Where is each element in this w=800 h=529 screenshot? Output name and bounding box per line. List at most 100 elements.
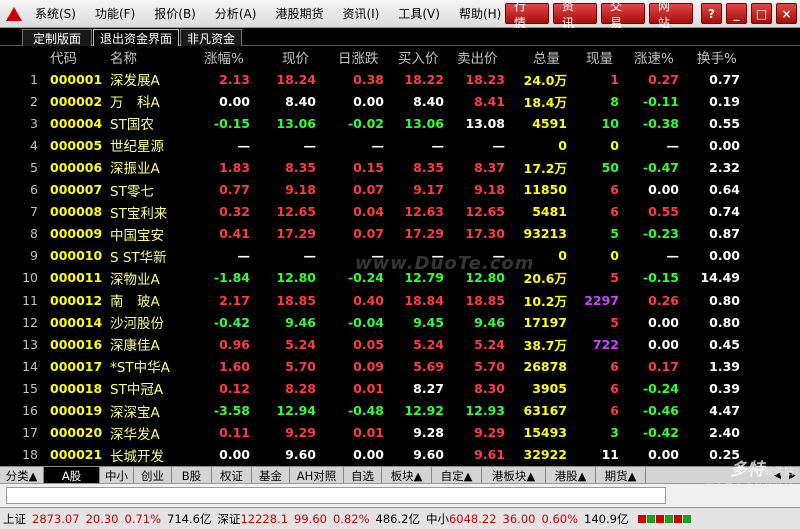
row-index-cell: 11: [22, 292, 38, 308]
code-cell: 000008: [50, 204, 103, 220]
table-row[interactable]: 14 000017 *ST中华A 1.60 5.70 0.09 5.69 5.70 26878 6…: [0, 355, 800, 377]
cat-tab-warrant[interactable]: 权证: [212, 467, 252, 484]
cat-tab-custom[interactable]: 自定▲: [432, 467, 482, 484]
tab-extraordinary-fund[interactable]: 非凡资金: [180, 29, 242, 46]
col-code-header[interactable]: 代码: [50, 46, 77, 68]
cat-tab-classify[interactable]: 分类▲: [0, 467, 44, 484]
name-cell: 深康佳A: [110, 338, 160, 355]
table-row[interactable]: 17 000020 深华发A 0.11 9.29 0.01 9.28 9.29 15493 3 -0…: [0, 422, 800, 444]
col-chg-pct-header[interactable]: 涨幅%: [204, 46, 244, 68]
cat-tab-watchlist[interactable]: 自选: [344, 467, 382, 484]
col-turnover-header[interactable]: 换手%: [697, 46, 737, 68]
table-row[interactable]: 7 000008 ST宝利来 0.32 12.65 0.04 12.63 12.65 5481 6…: [0, 201, 800, 223]
sh-index-label[interactable]: 上证: [3, 511, 26, 527]
table-row[interactable]: 3 000004 ST国农 -0.15 13.06 -0.02 13.06 13.08 4591…: [0, 112, 800, 134]
code-cell: 000014: [50, 314, 103, 330]
menu-hk-futures[interactable]: 港股期货: [269, 5, 329, 22]
cat-tab-a-share[interactable]: A股: [44, 467, 100, 484]
sme-index-value: 6048.22: [448, 511, 497, 526]
news-button[interactable]: 资 讯: [553, 0, 597, 30]
name-cell: ST国农: [110, 117, 154, 134]
turnover-cell: 2.40: [709, 425, 740, 441]
menu-quote[interactable]: 报价(B): [148, 5, 202, 22]
menu-function[interactable]: 功能(F): [89, 5, 141, 22]
row-index-cell: 5: [30, 159, 38, 175]
app-logo-icon: [3, 3, 25, 25]
name-cell: ST宝利来: [110, 205, 168, 222]
col-chg-header[interactable]: 日涨跌: [338, 46, 379, 68]
command-bar: [0, 483, 800, 507]
maximize-icon[interactable]: □: [751, 3, 772, 24]
col-speed-header[interactable]: 涨速%: [634, 46, 674, 68]
table-row[interactable]: 13 000016 深康佳A 0.96 5.24 0.05 5.24 5.24 38.7万 722…: [0, 333, 800, 355]
menu-info[interactable]: 资讯(I): [336, 5, 385, 22]
sz-index-label[interactable]: 深证: [217, 511, 240, 527]
sme-index-label[interactable]: 中小: [426, 511, 449, 527]
table-row[interactable]: 8 000009 中国宝安 0.41 17.29 0.07 17.29 17.30 93213 5…: [0, 223, 800, 245]
table-row[interactable]: 12 000014 沙河股份 -0.42 9.46 -0.04 9.45 9.46 17197 5…: [0, 311, 800, 333]
row-index-cell: 2: [30, 93, 38, 109]
code-cell: 000007: [50, 182, 103, 198]
tab-exit-fund[interactable]: 退出资金界面: [93, 29, 179, 46]
row-index-cell: 18: [22, 447, 38, 463]
name-cell: ST中冠A: [110, 382, 164, 399]
help-icon[interactable]: ?: [701, 3, 722, 24]
name-cell: 沙河股份: [110, 316, 164, 333]
table-row[interactable]: 5 000006 深振业A 1.83 8.35 0.15 8.35 8.37 17.2万 50 -0…: [0, 156, 800, 178]
cat-tab-gem[interactable]: 创业: [134, 467, 172, 484]
table-row[interactable]: 2 000002 万 科A 0.00 8.40 0.00 8.40 8.41 18.4万 8 -0.…: [0, 90, 800, 112]
turnover-cell: 0.80: [709, 314, 740, 330]
menu-analysis[interactable]: 分析(A): [209, 5, 263, 22]
cat-tab-b-share[interactable]: B股: [172, 467, 212, 484]
code-cell: 000009: [50, 226, 103, 242]
row-index-cell: 14: [22, 358, 38, 374]
market-button[interactable]: 行 情: [505, 0, 549, 30]
sme-index-amount: 140.9亿: [584, 511, 629, 526]
cat-tab-hk-sector[interactable]: 港板块▲: [482, 467, 546, 484]
code-cell: 000002: [50, 93, 103, 109]
col-name-header[interactable]: 名称: [110, 46, 137, 68]
col-bid-header[interactable]: 买入价: [398, 46, 439, 68]
cat-tab-futures[interactable]: 期货▲: [596, 467, 646, 484]
code-cell: 000021: [50, 447, 103, 463]
menu-help[interactable]: 帮助(H): [453, 5, 507, 22]
code-cell: 000019: [50, 403, 103, 419]
col-volume-header[interactable]: 总量: [533, 46, 560, 68]
watermark: www.DuoTe.com: [355, 253, 535, 274]
turnover-cell: 0.00: [709, 248, 740, 264]
cat-tab-ah[interactable]: AH对照: [290, 467, 344, 484]
col-ask-header[interactable]: 卖出价: [457, 46, 498, 68]
sz-index-pct: 0.82%: [332, 511, 370, 526]
row-index-cell: 6: [30, 182, 38, 198]
table-row[interactable]: 4 000005 世纪星源 — — — — —0 0—0.00: [0, 134, 800, 156]
menu-system[interactable]: 系统(S): [29, 5, 82, 22]
table-row[interactable]: 18 000021 长城开发 0.00 9.60 0.00 9.60 9.61 32922 11 0…: [0, 444, 800, 466]
brand-suffix: 软件站: [764, 467, 794, 478]
turnover-cell: 0.00: [709, 137, 740, 153]
table-row[interactable]: 6 000007 ST零七 0.77 9.18 0.07 9.17 9.18 11850 6 0.0…: [0, 179, 800, 201]
col-price-header[interactable]: 现价: [282, 46, 309, 68]
website-button[interactable]: 网 站: [649, 0, 693, 30]
table-header: 代码 名称 涨幅% 现价 日涨跌 买入价 卖出价 总量 现量 涨速% 换手%: [0, 46, 800, 68]
name-cell: *ST中华A: [110, 360, 170, 377]
name-cell: 万 科A: [110, 95, 160, 112]
cat-tab-sme[interactable]: 中小: [100, 467, 134, 484]
trade-button[interactable]: 交 易: [601, 0, 645, 30]
table-row[interactable]: 11 000012 南 玻A 2.17 18.85 0.40 18.84 18.85 10.2万…: [0, 289, 800, 311]
table-row[interactable]: 16 000019 深深宝A -3.58 12.94 -0.48 12.92 12.93 631…: [0, 400, 800, 422]
brand-sub: 国内最安全的软件站: [704, 484, 794, 495]
layout-tab-bar: 定制版面 退出资金界面 非凡资金: [0, 28, 800, 46]
cat-tab-hk-stock[interactable]: 港股▲: [546, 467, 596, 484]
menu-tools[interactable]: 工具(V): [392, 5, 446, 22]
table-row[interactable]: 1 000001 深发展A 2.13 18.24 0.38 18.22 18.23 24.0万 1…: [0, 68, 800, 90]
cat-tab-sector[interactable]: 板块▲: [382, 467, 432, 484]
command-input[interactable]: [6, 487, 666, 504]
cat-tab-fund[interactable]: 基金: [252, 467, 290, 484]
turnover-cell: 0.19: [709, 93, 740, 109]
tab-custom-layout[interactable]: 定制版面: [22, 29, 92, 46]
col-cur-volume-header[interactable]: 现量: [586, 46, 613, 68]
row-index-cell: 17: [22, 425, 38, 441]
minimize-icon[interactable]: _: [726, 3, 747, 24]
close-icon[interactable]: ×: [776, 3, 797, 24]
table-row[interactable]: 15 000018 ST中冠A 0.12 8.28 0.01 8.27 8.30 3905 6 -0…: [0, 377, 800, 399]
